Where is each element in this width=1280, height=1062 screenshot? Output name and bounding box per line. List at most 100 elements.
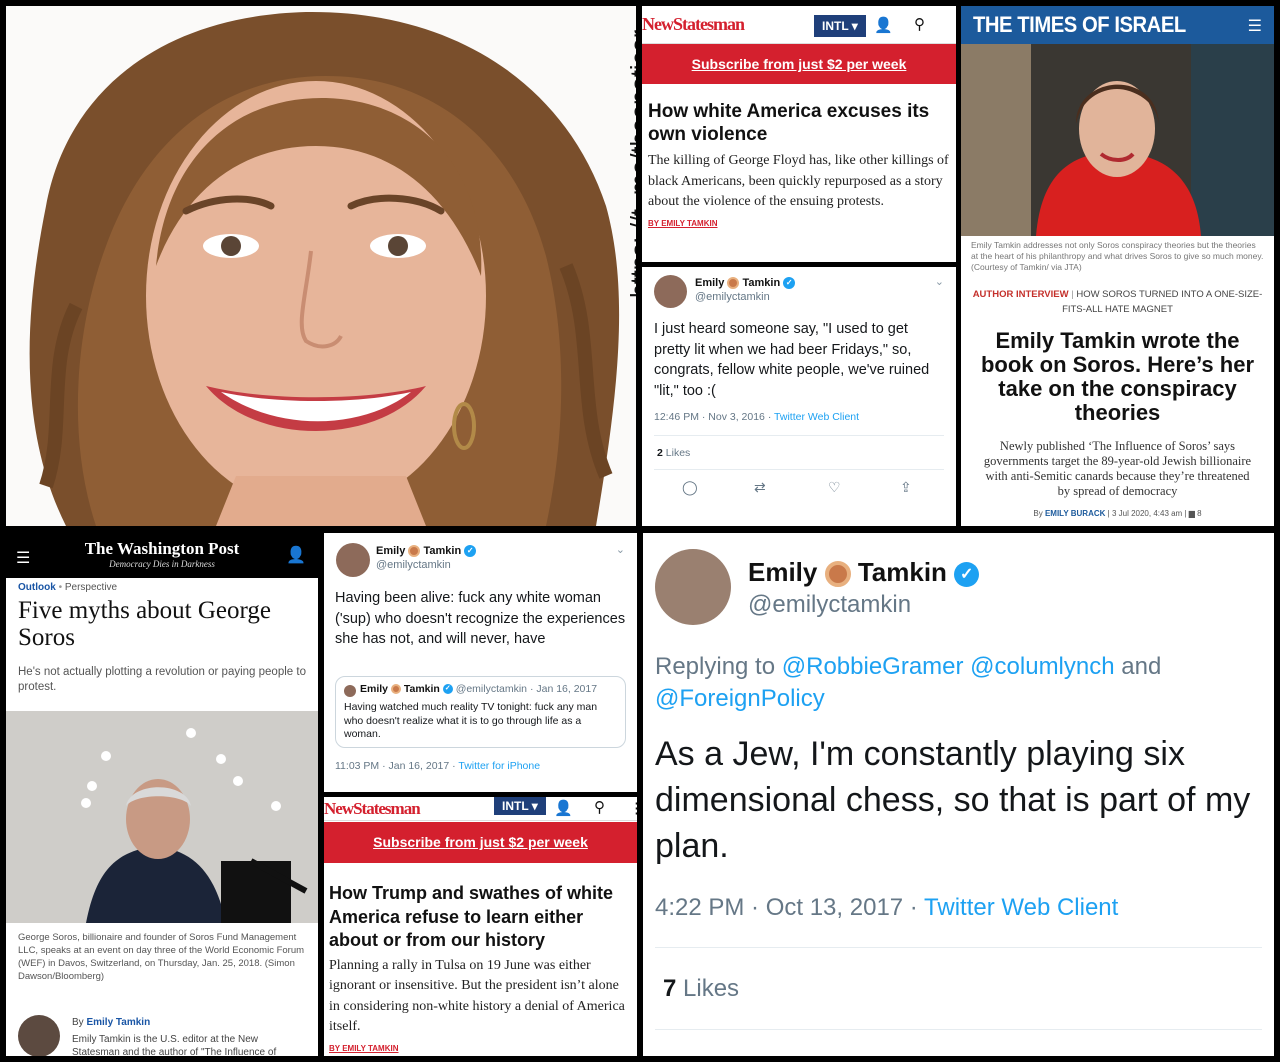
tweet-chess: Emily Tamkin ✓ @emilyctamkin Replying to…: [643, 533, 1274, 1056]
byline[interactable]: BY EMILY TAMKIN: [324, 1038, 637, 1053]
verified-badge-icon: ✓: [783, 277, 796, 290]
edition-label: INTL: [502, 799, 529, 813]
wapo-logo[interactable]: The Washington Post: [6, 533, 318, 559]
tweet-author[interactable]: Emily Tamkin ✓: [748, 557, 980, 588]
edition-dropdown[interactable]: INTL ▾: [814, 15, 866, 37]
tag-text[interactable]: HOW SOROS TURNED INTO A ONE-SIZE-FITS-AL…: [1062, 289, 1262, 315]
ns-header: NewStatesman INTL ▾ 👤 ⚲: [642, 6, 956, 44]
tweet-lit: Emily Tamkin ✓ @emilyctamkin ⌄ I just he…: [642, 267, 956, 526]
author-bio: Emily Tamkin is the U.S. editor at the N…: [72, 1034, 277, 1056]
chevron-down-icon[interactable]: ⌄: [935, 275, 944, 288]
author-first-name: Emily: [748, 557, 818, 587]
newstatesman-article-2: NewStatesman INTL ▾ 👤 ⚲ ⋮ Subscribe from…: [324, 797, 637, 1056]
author-avatar[interactable]: [18, 1015, 60, 1056]
reply-icon[interactable]: ◯: [682, 479, 698, 496]
quoted-text: Having watched much reality TV tonight: …: [344, 701, 598, 740]
author-block: By Emily Tamkin Emily Tamkin is the U.S.…: [72, 1016, 302, 1056]
article-headline[interactable]: Emily Tamkin wrote the book on Soros. He…: [961, 329, 1274, 425]
user-icon[interactable]: 👤: [286, 545, 306, 565]
avatar[interactable]: [654, 275, 687, 308]
article-date: 3 Jul 2020, 4:43 am: [1111, 509, 1183, 518]
menu-icon[interactable]: ⋮: [629, 799, 637, 817]
ns-logo[interactable]: NewStatesman: [642, 14, 745, 35]
author-link[interactable]: EMILY BURACK: [1045, 509, 1105, 518]
share-icon[interactable]: ⇪: [900, 479, 912, 496]
reply-mentions[interactable]: @RobbieGramer @columlynch: [782, 653, 1115, 680]
article-tag: AUTHOR INTERVIEW | HOW SOROS TURNED INTO…: [972, 289, 1263, 315]
ns-logo[interactable]: NewStatesman: [324, 799, 421, 819]
author-photo: [961, 44, 1274, 236]
quoted-first-name: Emily: [360, 683, 389, 695]
tweet-client[interactable]: Twitter Web Client: [774, 411, 859, 423]
donut-emoji-icon: [408, 545, 421, 558]
byline[interactable]: BY EMILY TAMKIN: [642, 213, 956, 228]
author-handle[interactable]: @emilyctamkin: [748, 591, 911, 619]
tweet-client[interactable]: Twitter Web Client: [924, 894, 1118, 921]
article-standfirst: Planning a rally in Tulsa on 19 June was…: [329, 957, 625, 1035]
edition-dropdown[interactable]: INTL ▾: [494, 797, 546, 815]
user-icon[interactable]: 👤: [874, 16, 893, 34]
likes-count: 2: [657, 447, 663, 459]
menu-icon[interactable]: ☰: [1248, 16, 1262, 36]
author-first-name: Emily: [695, 277, 725, 289]
divider: [655, 1029, 1262, 1030]
section-outlook[interactable]: Outlook: [18, 582, 56, 593]
toi-logo[interactable]: THE TIMES OF ISRAEL: [973, 12, 1186, 38]
author-link[interactable]: Emily Tamkin: [86, 1017, 150, 1028]
by-label: By: [72, 1017, 84, 1028]
watermark-url: https: //t. me/theenoticer: [626, 29, 636, 298]
wapo-header: ☰ The Washington Post Democracy Dies in …: [6, 533, 318, 578]
divider: [654, 435, 944, 436]
avatar[interactable]: [655, 549, 731, 625]
search-icon[interactable]: ⚲: [594, 798, 605, 816]
washington-post-article: ☰ The Washington Post Democracy Dies in …: [6, 533, 318, 1056]
author-first-name: Emily: [376, 545, 406, 557]
tweet-author[interactable]: Emily Tamkin ✓: [376, 545, 477, 558]
tag-label[interactable]: AUTHOR INTERVIEW: [973, 289, 1069, 300]
photo-caption: George Soros, billionaire and founder of…: [18, 932, 305, 982]
comment-count[interactable]: 8: [1197, 509, 1201, 518]
reply-and: and: [1114, 653, 1162, 680]
retweet-icon[interactable]: ⇄: [754, 479, 766, 496]
avatar[interactable]: [336, 543, 370, 577]
soros-photo: [6, 711, 318, 923]
user-icon[interactable]: 👤: [554, 799, 573, 817]
edition-label: INTL: [822, 19, 849, 33]
quoted-tweet[interactable]: Emily Tamkin ✓ @emilyctamkin · Jan 16, 2…: [335, 676, 626, 748]
tweet-time[interactable]: 11:03 PM · Jan 16, 2017 ·: [335, 760, 458, 772]
subscribe-link[interactable]: Subscribe from just $2 per week: [324, 822, 637, 863]
article-section: Outlook • Perspective: [18, 582, 118, 593]
article-standfirst: The killing of George Floyd has, like ot…: [648, 153, 949, 209]
search-icon[interactable]: ⚲: [914, 15, 925, 33]
article-headline[interactable]: How white America excuses its own violen…: [642, 84, 956, 146]
subscribe-link[interactable]: Subscribe from just $2 per week: [642, 44, 956, 84]
tweet-meta: 12:46 PM · Nov 3, 2016 · Twitter Web Cli…: [654, 411, 859, 423]
wapo-tagline: Democracy Dies in Darkness: [109, 559, 215, 569]
tweet-author[interactable]: Emily Tamkin ✓: [695, 277, 796, 290]
quoted-author: Emily Tamkin ✓ @emilyctamkin · Jan 16, 2…: [360, 683, 597, 695]
likes-row[interactable]: 7 Likes: [663, 975, 739, 1003]
article-headline: Five myths about George Soros: [18, 597, 271, 651]
tweet-meta: 4:22 PM · Oct 13, 2017 · Twitter Web Cli…: [655, 894, 1118, 922]
reply-prefix: Replying to: [655, 653, 782, 680]
author-handle[interactable]: @emilyctamkin: [695, 291, 770, 303]
author-last-name: Tamkin: [857, 557, 947, 587]
like-icon[interactable]: ♡: [828, 479, 841, 496]
toi-header: THE TIMES OF ISRAEL ☰: [961, 6, 1274, 44]
likes-row[interactable]: 2 Likes: [657, 447, 690, 459]
author-handle[interactable]: @emilyctamkin: [376, 559, 451, 571]
article-headline[interactable]: How Trump and swathes of white America r…: [324, 863, 637, 953]
chevron-down-icon[interactable]: ⌄: [616, 543, 625, 556]
reply-mention-foreignpolicy[interactable]: @ForeignPolicy: [655, 685, 825, 712]
comment-icon[interactable]: ▆: [1189, 509, 1195, 518]
tweet-time[interactable]: 4:22 PM · Oct 13, 2017 ·: [655, 894, 924, 921]
article-dek: He's not actually plotting a revolution …: [18, 666, 306, 693]
author-last-name: Tamkin: [742, 277, 781, 289]
tweet-client[interactable]: Twitter for iPhone: [458, 760, 540, 772]
section-perspective[interactable]: Perspective: [65, 582, 117, 593]
quoted-handle-date: @emilyctamkin · Jan 16, 2017: [455, 683, 598, 695]
likes-count: 7: [663, 975, 677, 1002]
tweet-time[interactable]: 12:46 PM · Nov 3, 2016 ·: [654, 411, 774, 423]
menu-icon[interactable]: ☰: [16, 548, 30, 568]
verified-badge-icon: ✓: [442, 684, 453, 695]
